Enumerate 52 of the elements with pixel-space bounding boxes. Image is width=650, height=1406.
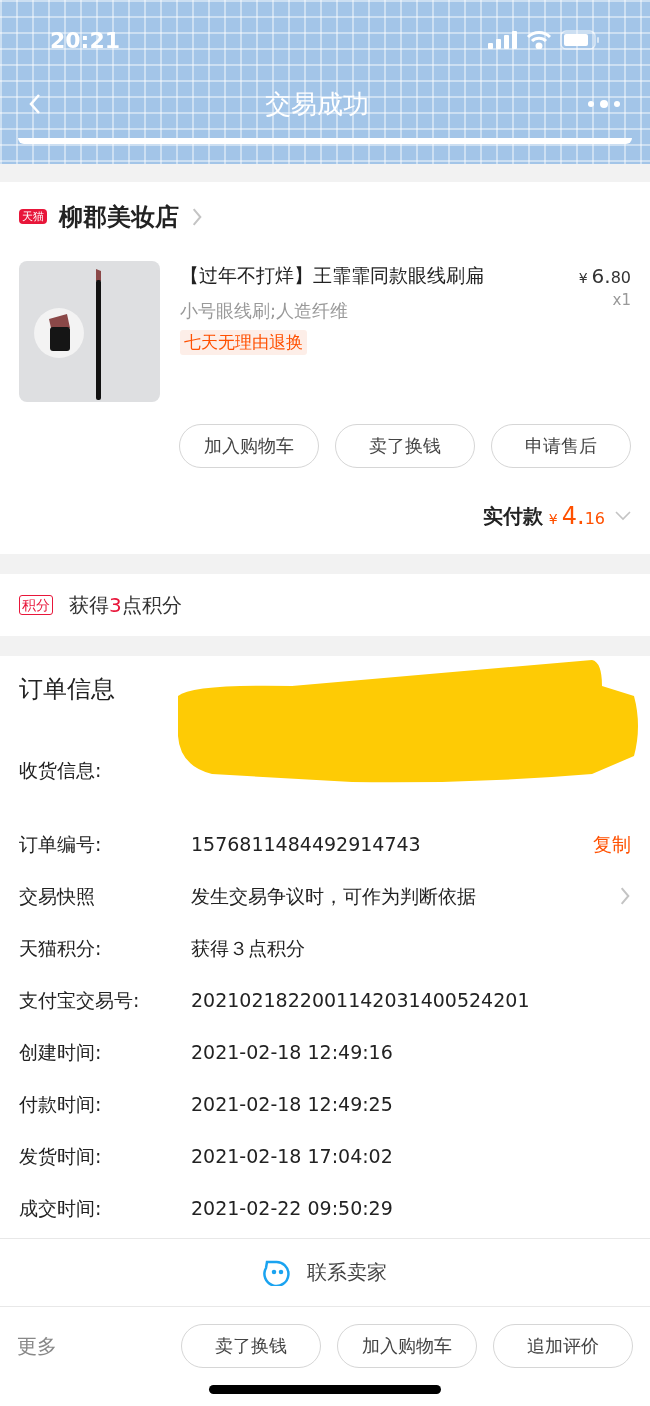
total-label: 实付款	[482, 502, 543, 530]
info-label: 创建时间:	[19, 1039, 103, 1065]
battery-icon	[560, 30, 600, 50]
contact-seller-button[interactable]: 联系卖家	[263, 1257, 387, 1288]
info-label: 发货时间:	[19, 1143, 103, 1169]
status-time: 20:21	[50, 26, 121, 55]
info-value: 2021-02-18 17:04:02	[191, 1143, 394, 1169]
action-button[interactable]: 申请售后	[491, 423, 631, 468]
info-label: 订单编号:	[19, 831, 103, 857]
info-label: 交易快照	[19, 883, 96, 909]
action-button[interactable]: 卖了换钱	[335, 423, 475, 468]
store-badge: 天猫	[19, 209, 47, 225]
product-sku: 小号眼线刷;人造纤维	[180, 298, 349, 323]
info-label: 支付宝交易号:	[19, 987, 141, 1013]
action-button[interactable]: 加入购物车	[337, 1323, 477, 1368]
page-title: 交易成功	[265, 87, 369, 121]
back-icon	[28, 93, 42, 115]
info-value[interactable]: 发生交易争议时，可作为判断依据	[191, 881, 619, 911]
chevron-down-icon	[615, 510, 631, 521]
price-integer: 4.	[561, 501, 585, 530]
chevron-right-icon	[191, 206, 203, 227]
info-label: 收货信息:	[19, 757, 103, 783]
action-button[interactable]: 追加评价	[493, 1323, 633, 1368]
points-badge: 积分	[19, 594, 53, 615]
info-value: 1576811484492914743	[191, 831, 422, 857]
return-policy-tag: 七天无理由退换	[180, 329, 307, 356]
more-icon	[587, 99, 621, 109]
section-title: 订单信息	[19, 674, 115, 706]
points-text: 获得3点积分	[69, 591, 182, 619]
info-value: 2021021822001142031400524201	[191, 987, 531, 1013]
store-link[interactable]: 柳郡美妆店	[59, 198, 179, 235]
price-decimal: 16	[584, 508, 605, 528]
action-button[interactable]: 加入购物车	[179, 423, 319, 468]
info-label: 成交时间:	[19, 1195, 103, 1221]
currency-symbol: ¥	[578, 269, 588, 286]
info-label: 付款时间:	[19, 1091, 103, 1117]
chat-face-icon	[263, 1258, 291, 1287]
signal-icon	[488, 31, 518, 49]
chevron-right-icon	[619, 886, 631, 907]
wifi-icon	[526, 31, 552, 49]
currency-symbol: ¥	[548, 510, 558, 527]
quantity: x1	[612, 289, 631, 311]
info-value: 获得３点积分	[191, 935, 306, 961]
more-link[interactable]: 更多	[17, 1330, 57, 1361]
action-button[interactable]: 卖了换钱	[181, 1323, 321, 1368]
product-title[interactable]: 【过年不打烊】王霏霏同款眼线刷扁	[180, 260, 484, 291]
info-value: 2021-02-18 12:49:16	[191, 1039, 394, 1065]
price-integer: 6.	[591, 263, 611, 288]
info-label: 天猫积分:	[19, 935, 103, 961]
info-value: 2021-02-22 09:50:29	[191, 1195, 394, 1221]
price-decimal: 80	[610, 267, 631, 287]
info-value: 2021-02-18 12:49:25	[191, 1091, 394, 1117]
